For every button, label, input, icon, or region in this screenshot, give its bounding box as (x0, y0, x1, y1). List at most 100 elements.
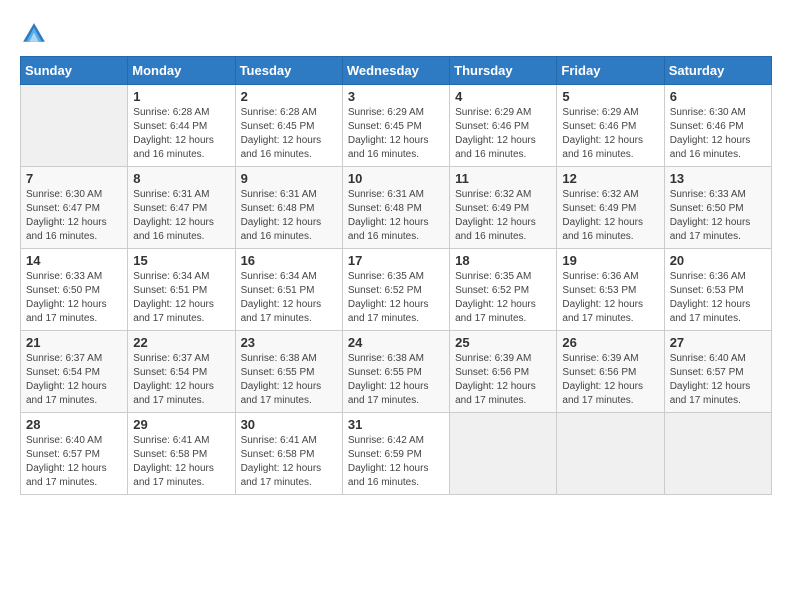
calendar-week-row: 28 Sunrise: 6:40 AMSunset: 6:57 PMDayligh… (21, 413, 772, 495)
day-info: Sunrise: 6:39 AMSunset: 6:56 PMDaylight:… (562, 352, 658, 408)
day-number: 4 (455, 89, 551, 104)
calendar-cell (21, 85, 128, 167)
day-info: Sunrise: 6:31 AMSunset: 6:47 PMDaylight:… (133, 188, 229, 244)
calendar-cell: 20Sunrise: 6:36 AMSunset: 6:53 PMDayligh… (664, 249, 771, 331)
day-number: 17 (348, 253, 444, 268)
calendar-cell: 21 Sunrise: 6:37 AMSunset: 6:54 PMDayligh… (21, 331, 128, 413)
page-header (20, 20, 772, 48)
calendar-cell: 7 Sunrise: 6:30 AMSunset: 6:47 PMDaylight… (21, 167, 128, 249)
day-number: 3 (348, 89, 444, 104)
day-info: Sunrise: 6:29 AMSunset: 6:46 PMDaylight:… (562, 106, 658, 162)
header-day-tuesday: Tuesday (235, 57, 342, 85)
day-number: 24 (348, 335, 444, 350)
day-number: 14 (26, 253, 122, 268)
day-number: 12 (562, 171, 658, 186)
day-number: 16 (241, 253, 337, 268)
day-info: Sunrise: 6:36 AMSunset: 6:53 PMDaylight:… (562, 270, 658, 326)
header-day-saturday: Saturday (664, 57, 771, 85)
calendar-cell: 22Sunrise: 6:37 AMSunset: 6:54 PMDayligh… (128, 331, 235, 413)
calendar-week-row: 7 Sunrise: 6:30 AMSunset: 6:47 PMDaylight… (21, 167, 772, 249)
day-info: Sunrise: 6:33 AMSunset: 6:50 PMDaylight:… (670, 188, 766, 244)
day-number: 11 (455, 171, 551, 186)
calendar-week-row: 14 Sunrise: 6:33 AMSunset: 6:50 PMDayligh… (21, 249, 772, 331)
day-number: 30 (241, 417, 337, 432)
day-info: Sunrise: 6:31 AMSunset: 6:48 PMDaylight:… (348, 188, 444, 244)
day-number: 28 (26, 417, 122, 432)
day-number: 5 (562, 89, 658, 104)
day-info: Sunrise: 6:32 AMSunset: 6:49 PMDaylight:… (455, 188, 551, 244)
day-number: 13 (670, 171, 766, 186)
logo-icon (20, 20, 48, 48)
day-info: Sunrise: 6:37 AMSunset: 6:54 PMDaylight:… (26, 352, 122, 408)
calendar-cell (664, 413, 771, 495)
header-day-wednesday: Wednesday (342, 57, 449, 85)
calendar-cell: 5 Sunrise: 6:29 AMSunset: 6:46 PMDaylight… (557, 85, 664, 167)
logo (20, 20, 52, 48)
calendar-cell: 14 Sunrise: 6:33 AMSunset: 6:50 PMDayligh… (21, 249, 128, 331)
day-info: Sunrise: 6:36 AMSunset: 6:53 PMDaylight:… (670, 270, 766, 326)
calendar-table: SundayMondayTuesdayWednesdayThursdayFrid… (20, 56, 772, 495)
calendar-cell: 8 Sunrise: 6:31 AMSunset: 6:47 PMDaylight… (128, 167, 235, 249)
calendar-cell: 12 Sunrise: 6:32 AMSunset: 6:49 PMDayligh… (557, 167, 664, 249)
calendar-cell: 23Sunrise: 6:38 AMSunset: 6:55 PMDayligh… (235, 331, 342, 413)
day-info: Sunrise: 6:28 AMSunset: 6:44 PMDaylight:… (133, 106, 229, 162)
day-info: Sunrise: 6:37 AMSunset: 6:54 PMDaylight:… (133, 352, 229, 408)
calendar-header-row: SundayMondayTuesdayWednesdayThursdayFrid… (21, 57, 772, 85)
day-info: Sunrise: 6:34 AMSunset: 6:51 PMDaylight:… (133, 270, 229, 326)
day-info: Sunrise: 6:38 AMSunset: 6:55 PMDaylight:… (348, 352, 444, 408)
day-number: 9 (241, 171, 337, 186)
day-info: Sunrise: 6:41 AMSunset: 6:58 PMDaylight:… (133, 434, 229, 490)
day-info: Sunrise: 6:30 AMSunset: 6:46 PMDaylight:… (670, 106, 766, 162)
calendar-cell: 6Sunrise: 6:30 AMSunset: 6:46 PMDaylight… (664, 85, 771, 167)
header-day-monday: Monday (128, 57, 235, 85)
day-number: 21 (26, 335, 122, 350)
day-number: 25 (455, 335, 551, 350)
day-number: 15 (133, 253, 229, 268)
calendar-cell: 13 Sunrise: 6:33 AMSunset: 6:50 PMDayligh… (664, 167, 771, 249)
day-info: Sunrise: 6:35 AMSunset: 6:52 PMDaylight:… (455, 270, 551, 326)
calendar-cell: 9 Sunrise: 6:31 AMSunset: 6:48 PMDaylight… (235, 167, 342, 249)
day-info: Sunrise: 6:35 AMSunset: 6:52 PMDaylight:… (348, 270, 444, 326)
calendar-cell (557, 413, 664, 495)
day-number: 31 (348, 417, 444, 432)
day-info: Sunrise: 6:39 AMSunset: 6:56 PMDaylight:… (455, 352, 551, 408)
calendar-cell: 30 Sunrise: 6:41 AMSunset: 6:58 PMDayligh… (235, 413, 342, 495)
header-day-thursday: Thursday (450, 57, 557, 85)
calendar-cell: 24 Sunrise: 6:38 AMSunset: 6:55 PMDayligh… (342, 331, 449, 413)
day-info: Sunrise: 6:30 AMSunset: 6:47 PMDaylight:… (26, 188, 122, 244)
calendar-cell: 25 Sunrise: 6:39 AMSunset: 6:56 PMDayligh… (450, 331, 557, 413)
calendar-cell (450, 413, 557, 495)
header-day-friday: Friday (557, 57, 664, 85)
calendar-cell: 15 Sunrise: 6:34 AMSunset: 6:51 PMDayligh… (128, 249, 235, 331)
day-info: Sunrise: 6:34 AMSunset: 6:51 PMDaylight:… (241, 270, 337, 326)
day-info: Sunrise: 6:32 AMSunset: 6:49 PMDaylight:… (562, 188, 658, 244)
calendar-cell: 3 Sunrise: 6:29 AMSunset: 6:45 PMDaylight… (342, 85, 449, 167)
day-info: Sunrise: 6:31 AMSunset: 6:48 PMDaylight:… (241, 188, 337, 244)
day-number: 7 (26, 171, 122, 186)
day-info: Sunrise: 6:28 AMSunset: 6:45 PMDaylight:… (241, 106, 337, 162)
calendar-cell: 10Sunrise: 6:31 AMSunset: 6:48 PMDayligh… (342, 167, 449, 249)
day-number: 26 (562, 335, 658, 350)
day-number: 1 (133, 89, 229, 104)
calendar-cell: 11 Sunrise: 6:32 AMSunset: 6:49 PMDayligh… (450, 167, 557, 249)
day-info: Sunrise: 6:40 AMSunset: 6:57 PMDaylight:… (26, 434, 122, 490)
day-number: 2 (241, 89, 337, 104)
calendar-cell: 19 Sunrise: 6:36 AMSunset: 6:53 PMDayligh… (557, 249, 664, 331)
calendar-cell: 17 Sunrise: 6:35 AMSunset: 6:52 PMDayligh… (342, 249, 449, 331)
header-day-sunday: Sunday (21, 57, 128, 85)
calendar-week-row: 21 Sunrise: 6:37 AMSunset: 6:54 PMDayligh… (21, 331, 772, 413)
day-number: 18 (455, 253, 551, 268)
calendar-cell: 4Sunrise: 6:29 AMSunset: 6:46 PMDaylight… (450, 85, 557, 167)
day-info: Sunrise: 6:33 AMSunset: 6:50 PMDaylight:… (26, 270, 122, 326)
day-number: 19 (562, 253, 658, 268)
day-number: 8 (133, 171, 229, 186)
day-info: Sunrise: 6:38 AMSunset: 6:55 PMDaylight:… (241, 352, 337, 408)
calendar-cell: 27 Sunrise: 6:40 AMSunset: 6:57 PMDayligh… (664, 331, 771, 413)
day-number: 27 (670, 335, 766, 350)
day-number: 29 (133, 417, 229, 432)
day-info: Sunrise: 6:42 AMSunset: 6:59 PMDaylight:… (348, 434, 444, 490)
day-info: Sunrise: 6:40 AMSunset: 6:57 PMDaylight:… (670, 352, 766, 408)
day-info: Sunrise: 6:29 AMSunset: 6:45 PMDaylight:… (348, 106, 444, 162)
day-info: Sunrise: 6:41 AMSunset: 6:58 PMDaylight:… (241, 434, 337, 490)
calendar-week-row: 1 Sunrise: 6:28 AMSunset: 6:44 PMDaylight… (21, 85, 772, 167)
